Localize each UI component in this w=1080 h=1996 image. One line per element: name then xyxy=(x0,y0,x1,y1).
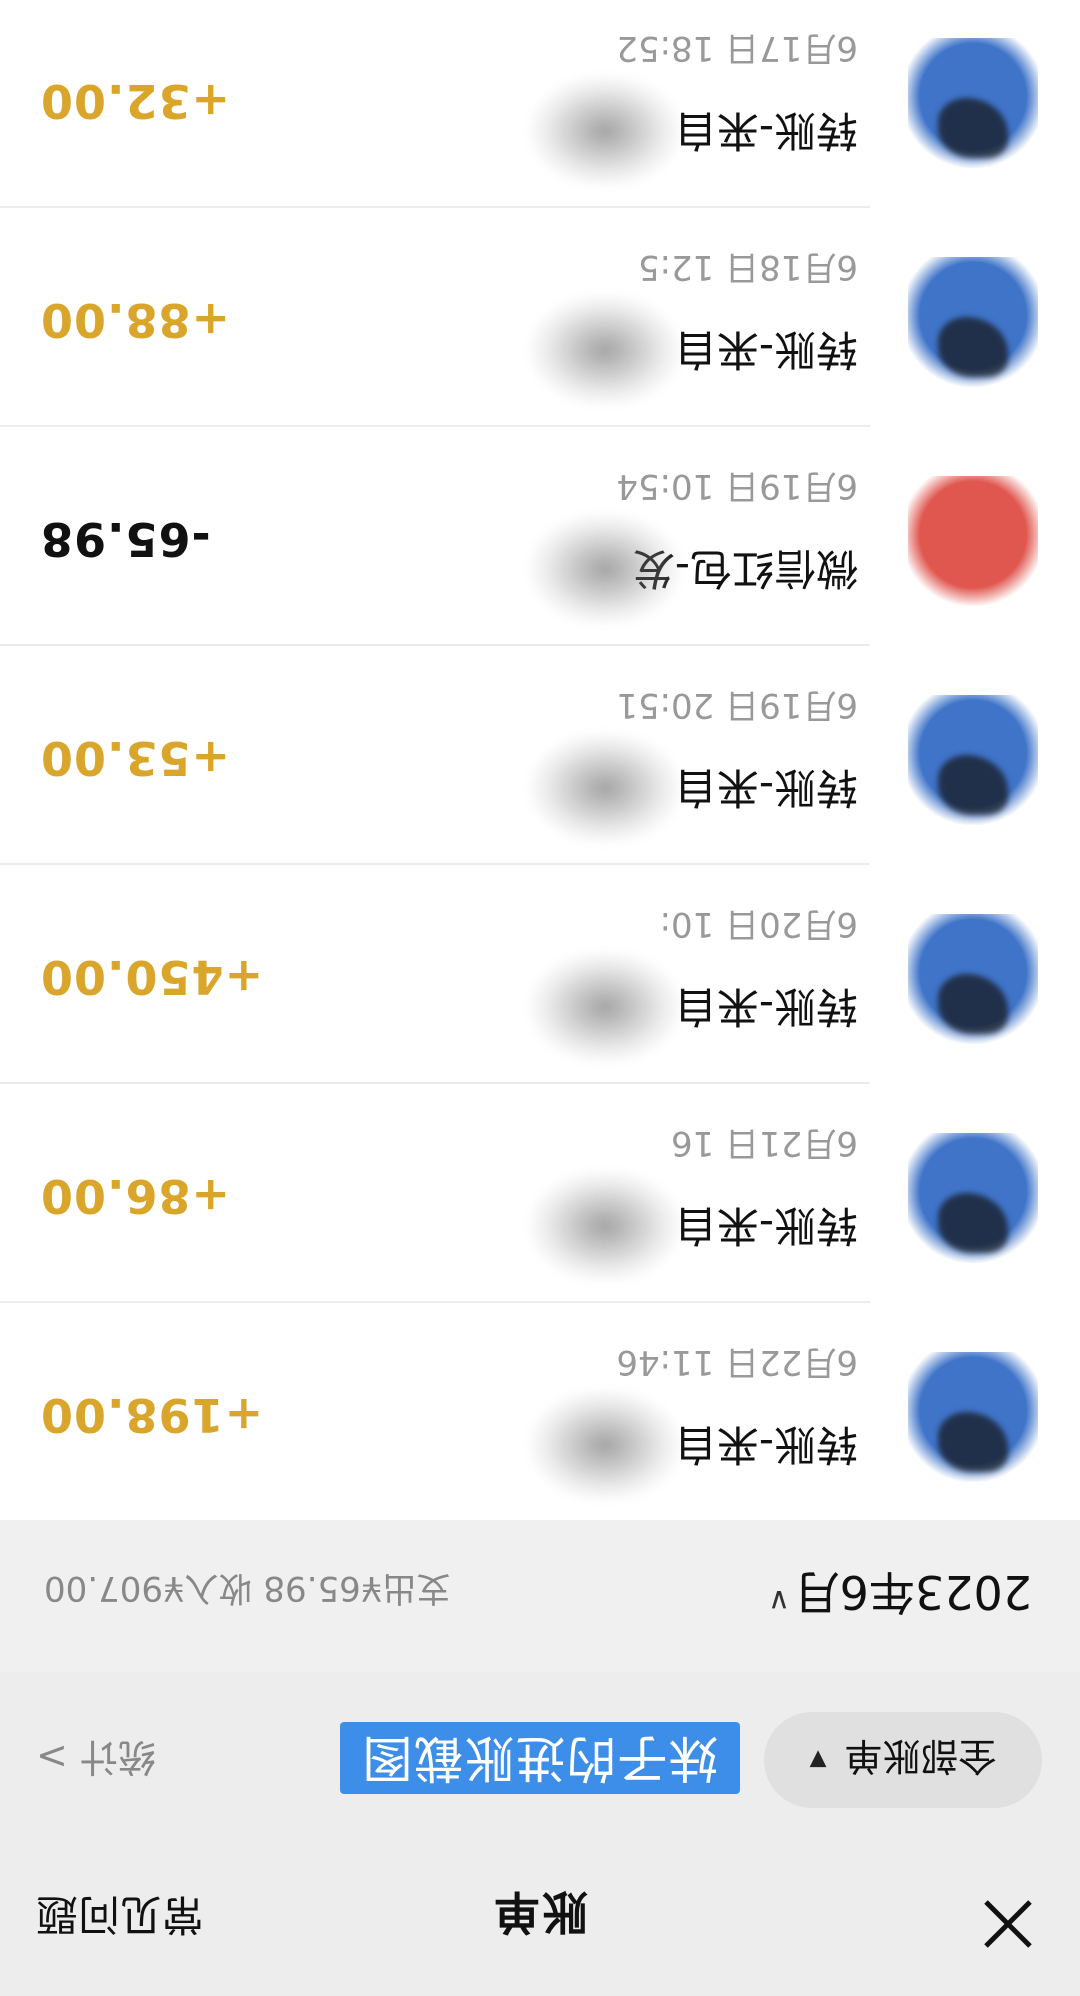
transaction-amount: +32.00 xyxy=(40,74,231,128)
transaction-time: 6月19日 10:54 xyxy=(616,466,858,506)
filter-toolbar: 全部账单 ▼ 妹子的进账截图 统计 > xyxy=(0,1672,1080,1844)
transaction-title: 转账-来自 xyxy=(674,325,858,374)
transaction-title: 转账-来自 xyxy=(674,106,858,155)
all-bills-filter-button[interactable]: 全部账单 ▼ xyxy=(764,1712,1042,1808)
transaction-amount: +450.00 xyxy=(40,950,264,1004)
chevron-down-icon[interactable]: ∨ xyxy=(768,1583,790,1618)
transaction-title: 转账-来自 xyxy=(674,1201,858,1250)
avatar xyxy=(908,1133,1038,1263)
screen: 账单 常见问题 全部账单 ▼ 妹子的进账截图 统计 > 2023年6月 ∨ 支出… xyxy=(0,0,1080,1996)
redaction-scribble xyxy=(530,952,680,1062)
redaction-scribble xyxy=(530,1390,680,1500)
month-header: 2023年6月 ∨ 支出¥65.98 收入¥907.00 xyxy=(0,1520,1080,1672)
transaction-amount: +53.00 xyxy=(40,731,231,785)
redaction-scribble xyxy=(530,1171,680,1281)
filter-label: 全部账单 xyxy=(844,1734,997,1779)
transaction-title: 转账-来自 xyxy=(674,982,858,1031)
transaction-time: 6月21日 16 xyxy=(671,1123,858,1163)
avatar-blot xyxy=(908,476,1038,606)
faq-link[interactable]: 常见问题 xyxy=(36,1887,204,1948)
transaction-row[interactable]: 转账-来自 6月18日 12:5 +88.00 xyxy=(0,206,1080,425)
month-selector[interactable]: 2023年6月 xyxy=(794,1562,1032,1628)
transaction-amount: +88.00 xyxy=(40,293,231,347)
statistics-link[interactable]: 统计 > xyxy=(36,1733,156,1788)
transaction-row[interactable]: 微信红包-发 6月19日 10:54 -65.98 xyxy=(0,425,1080,644)
transaction-time: 6月17日 18:52 xyxy=(616,28,858,68)
redaction-scribble xyxy=(530,514,680,624)
redaction-scribble xyxy=(530,76,680,186)
avatar xyxy=(908,38,1038,168)
caption-banner: 妹子的进账截图 xyxy=(340,1722,740,1794)
transaction-amount: +198.00 xyxy=(40,1388,264,1442)
avatar xyxy=(908,257,1038,387)
transaction-amount: +86.00 xyxy=(40,1169,231,1223)
transaction-row[interactable]: 转账-来自 6月21日 16 +86.00 xyxy=(0,1082,1080,1301)
transaction-row[interactable]: 转账-来自 6月17日 18:52 +32.00 xyxy=(0,0,1080,206)
transaction-row[interactable]: 转账-来自 6月20日 10: +450.00 xyxy=(0,863,1080,1082)
navigation-bar: 账单 常见问题 xyxy=(0,1844,1080,1996)
avatar xyxy=(908,914,1038,1044)
transaction-time: 6月22日 11:46 xyxy=(616,1342,858,1382)
transaction-row[interactable]: 转账-来自 6月22日 11:46 +198.00 xyxy=(0,1301,1080,1520)
transaction-time: 6月20日 10: xyxy=(659,904,858,944)
transaction-title: 转账-来自 xyxy=(674,1420,858,1469)
transaction-time: 6月18日 12:5 xyxy=(637,247,858,287)
transaction-row[interactable]: 转账-来自 6月19日 20:51 +53.00 xyxy=(0,644,1080,863)
redaction-scribble xyxy=(530,733,680,843)
month-summary: 支出¥65.98 收入¥907.00 xyxy=(44,1568,451,1608)
avatar xyxy=(908,1352,1038,1482)
transaction-time: 6月19日 20:51 xyxy=(616,685,858,725)
redaction-scribble xyxy=(530,295,680,405)
transaction-list: 转账-来自 6月22日 11:46 +198.00 转账-来自 6月21日 16… xyxy=(0,0,1080,1520)
avatar xyxy=(908,476,1038,606)
caret-down-icon: ▼ xyxy=(809,1747,827,1773)
transaction-amount: -65.98 xyxy=(40,512,211,566)
avatar xyxy=(908,695,1038,825)
transaction-title: 转账-来自 xyxy=(674,763,858,812)
